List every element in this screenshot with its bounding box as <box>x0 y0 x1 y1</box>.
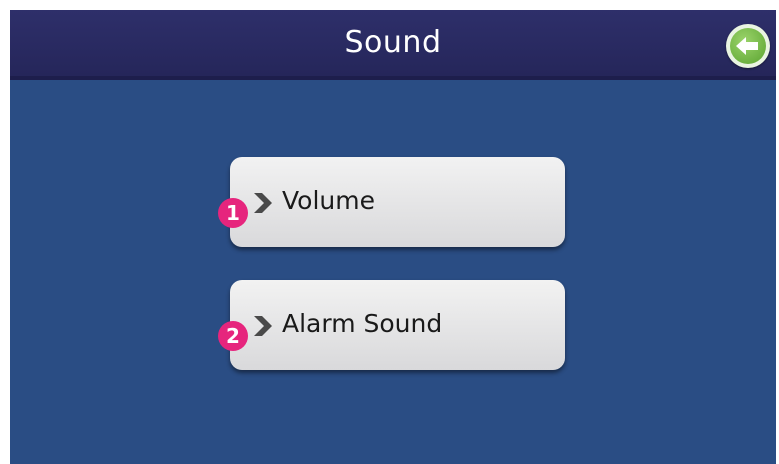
chevron-right-icon <box>254 316 272 336</box>
alarm-sound-label: Alarm Sound <box>282 309 443 338</box>
chevron-right-icon <box>254 193 272 213</box>
volume-button[interactable]: Volume <box>230 157 565 247</box>
volume-label: Volume <box>282 186 375 215</box>
callout-badge-1: 1 <box>218 198 248 228</box>
back-button[interactable] <box>726 24 770 68</box>
header-bar: Sound <box>10 10 776 80</box>
callout-badge-2: 2 <box>218 321 248 351</box>
back-arrow-icon <box>736 37 758 55</box>
sound-screen: Sound Volume Alarm Sound 1 2 <box>10 10 776 464</box>
page-title: Sound <box>344 25 442 60</box>
alarm-sound-button[interactable]: Alarm Sound <box>230 280 565 370</box>
